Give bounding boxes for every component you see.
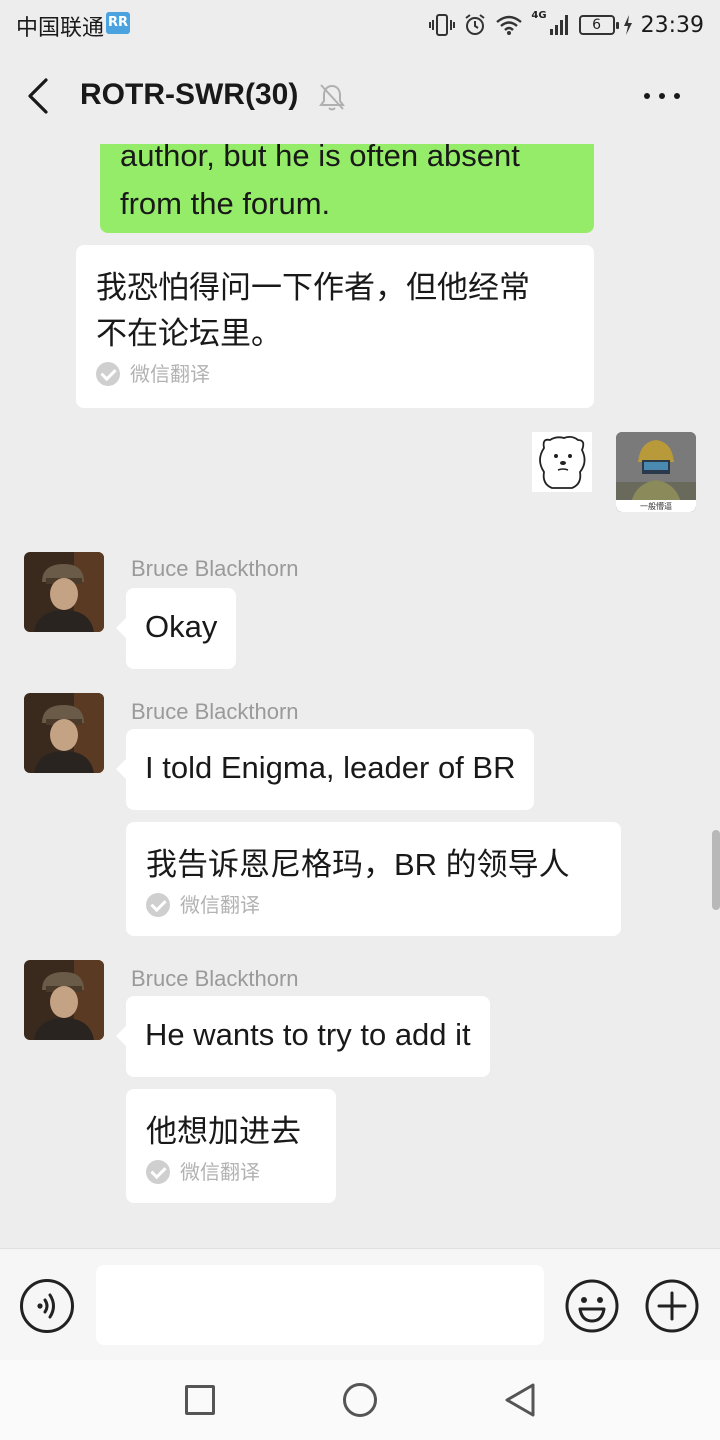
avatar-caption: 一般懵逼: [640, 501, 672, 511]
status-bar: 中国联通 RR 4G 6 23:39: [0, 0, 720, 50]
emoji-button[interactable]: [565, 1279, 619, 1333]
translation-bubble[interactable]: 我恐怕得问一下作者，但他经常 不在论坛里。 微信翻译: [76, 245, 594, 408]
translate-label: 微信翻译: [146, 1159, 316, 1185]
sender-name: Bruce Blackthorn: [131, 966, 299, 991]
message-input[interactable]: [96, 1265, 544, 1345]
more-functions-button[interactable]: [645, 1279, 699, 1333]
translation-bubble[interactable]: 他想加进去 微信翻译: [126, 1089, 336, 1203]
voice-button[interactable]: [20, 1279, 74, 1333]
system-nav-bar: [0, 1360, 720, 1440]
message-text: Okay: [145, 609, 218, 644]
chat-title: ROTR-SWR(30): [80, 78, 299, 111]
back-button[interactable]: [22, 76, 56, 116]
translate-label: 微信翻译: [146, 892, 601, 918]
clock: 23:39: [640, 12, 704, 38]
carrier-text: 中国联通: [16, 16, 105, 41]
message-bubble-self[interactable]: author, but he is often absent from the …: [100, 144, 594, 233]
man-avatar-icon: [24, 552, 104, 632]
charging-icon: [623, 15, 632, 35]
message-bubble-other[interactable]: He wants to try to add it: [116, 996, 490, 1077]
message-bubble-other[interactable]: Okay: [116, 588, 237, 669]
vibrate-icon: [429, 14, 456, 36]
battery-level: 6: [592, 17, 602, 33]
status-icons: 4G 6 23:39: [429, 8, 704, 42]
soldier-avatar-icon: 一般懵逼: [616, 432, 696, 512]
battery-icon: 6: [578, 15, 619, 35]
translate-label-text: 微信翻译: [180, 893, 260, 917]
translate-label-text: 微信翻译: [130, 362, 210, 386]
more-dots-icon: [644, 93, 680, 99]
translate-label: 微信翻译: [96, 361, 574, 387]
carrier-badge-icon: RR: [106, 12, 131, 34]
message-text: from the forum.: [120, 186, 331, 221]
wifi-icon: [496, 15, 523, 35]
bubble-tail: [116, 1026, 126, 1046]
message-bubble-other[interactable]: I told Enigma, leader of BR: [116, 729, 535, 810]
message-text: I told Enigma, leader of BR: [145, 750, 516, 785]
message-list[interactable]: author, but he is often absent from the …: [0, 144, 720, 1248]
voice-icon: [37, 1293, 55, 1319]
man-avatar-icon: [24, 693, 104, 773]
emoji-icon: [565, 1279, 619, 1333]
sticker-image[interactable]: [532, 432, 592, 492]
triangle-back-icon[interactable]: [503, 1382, 537, 1418]
bubble-tail: [116, 618, 126, 638]
sender-avatar[interactable]: [24, 693, 104, 773]
message-text: author, but he is often absent: [120, 144, 520, 173]
chat-header: ROTR-SWR(30): [0, 50, 720, 144]
check-icon: [146, 893, 170, 917]
message-text: He wants to try to add it: [145, 1017, 471, 1052]
signal-icon: [549, 15, 568, 35]
bear-sticker-icon: [532, 432, 592, 492]
translation-text: 我恐怕得问一下作者，但他经常: [96, 270, 530, 305]
check-icon: [146, 1160, 170, 1184]
sender-avatar[interactable]: [24, 960, 104, 1040]
translation-text: 他想加进去: [146, 1114, 301, 1149]
scrollbar[interactable]: [712, 830, 720, 910]
chevron-left-icon: [28, 78, 48, 114]
bell-off-icon: [319, 84, 345, 111]
network-type: 4G: [531, 10, 547, 21]
more-button[interactable]: [642, 86, 682, 106]
self-avatar[interactable]: 一般懵逼: [616, 432, 696, 512]
bubble-tail: [116, 759, 126, 779]
carrier-name: 中国联通 RR: [16, 10, 131, 42]
sender-name: Bruce Blackthorn: [131, 556, 299, 581]
translation-bubble[interactable]: 我告诉恩尼格玛，BR 的领导人 微信翻译: [126, 822, 621, 936]
check-icon: [96, 362, 120, 386]
translate-label-text: 微信翻译: [180, 1160, 260, 1184]
input-bar: [0, 1248, 720, 1360]
alarm-icon: [465, 14, 486, 35]
plus-icon: [645, 1279, 699, 1333]
recents-button[interactable]: [185, 1385, 215, 1415]
sender-name: Bruce Blackthorn: [131, 699, 299, 724]
home-button[interactable]: [343, 1383, 377, 1417]
man-avatar-icon: [24, 960, 104, 1040]
translation-text: 不在论坛里。: [96, 316, 282, 351]
sender-avatar[interactable]: [24, 552, 104, 632]
translation-text: 我告诉恩尼格玛，BR 的领导人: [146, 847, 570, 882]
